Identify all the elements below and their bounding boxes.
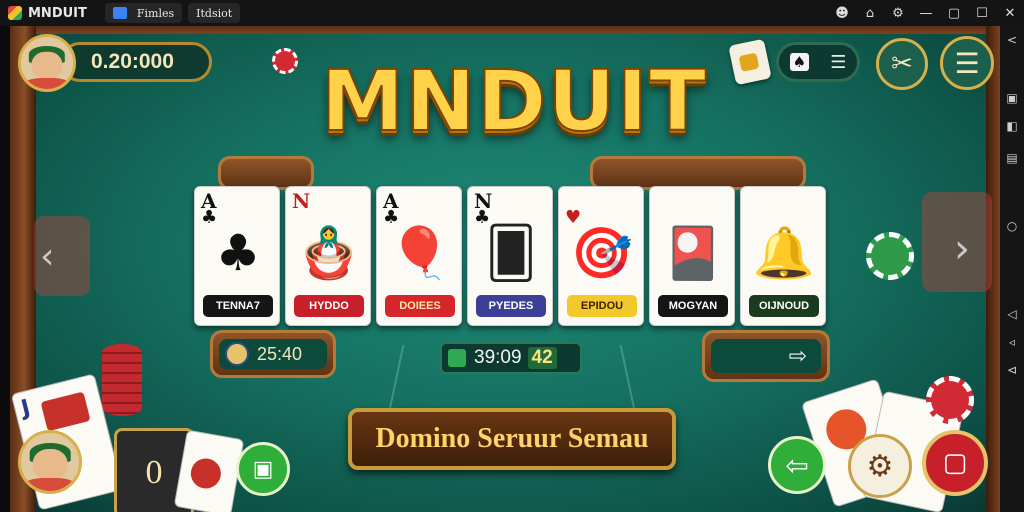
close-button[interactable]: ✕: [996, 0, 1024, 26]
gamepad-icon[interactable]: ☻: [828, 0, 856, 26]
rotate-icon[interactable]: ○: [1000, 212, 1024, 240]
card-tag: OIJNOUD: [749, 295, 819, 317]
player-avatar[interactable]: [18, 34, 76, 92]
balance-pill[interactable]: 0.20:000: [60, 42, 212, 82]
card-rank: N: [292, 189, 311, 213]
settings-icon[interactable]: ⚙: [884, 0, 912, 26]
volume-icon[interactable]: ◁: [1000, 300, 1024, 328]
card-6[interactable]: 🎴 MOGYAN: [649, 186, 735, 326]
center-counter: 39:09 42: [440, 342, 582, 374]
counter-value: 39:09: [474, 347, 522, 368]
card-7[interactable]: 🔔 OIJNOUD: [740, 186, 826, 326]
send-arrow-icon: ⇨: [788, 343, 807, 369]
card-art-icon: 🎈: [388, 223, 452, 282]
share-icon[interactable]: <: [1000, 26, 1024, 54]
timer-panel: 25:40: [210, 330, 336, 378]
restore-button[interactable]: ▢: [940, 0, 968, 26]
app-title: MNDUIT: [28, 5, 87, 21]
tools-icon: ✂: [891, 49, 913, 79]
hand-card[interactable]: [173, 429, 245, 512]
red-chip: [272, 48, 298, 74]
folder-icon[interactable]: ▤: [1000, 144, 1024, 172]
spade-card-icon: ♠: [789, 53, 810, 71]
chip-stack: [102, 344, 142, 416]
maximize-button[interactable]: ☐: [968, 0, 996, 26]
screenshot-icon[interactable]: ▣: [1000, 84, 1024, 112]
wheel-button[interactable]: ⚙: [848, 434, 912, 498]
back-icon[interactable]: ⊲: [1000, 356, 1024, 384]
app-icon: [8, 6, 22, 20]
card-4[interactable]: N ♣ 🂠 PYEDES: [467, 186, 553, 326]
card-tag: HYDDO: [294, 295, 364, 317]
tab-label: Fimles: [136, 6, 175, 20]
deck-toggle[interactable]: ♠ ☰: [776, 42, 860, 82]
card-5[interactable]: ♥ 🎯 EPIDOU: [558, 186, 644, 326]
window-icon: [112, 7, 127, 19]
hand-card-value: 0: [145, 454, 163, 491]
card-art-icon: ♣: [215, 224, 261, 282]
game-viewport: 0.20:000 MNDUIT ♠ ☰ ✂ ☰ ‹ › A ♣ ♣ TENNA7 N 🪆: [10, 26, 1000, 512]
emulator-sidebar: < ▣ ◧ ▤ ○ ◁ ◃ ⊲: [1000, 26, 1024, 512]
tab-label: Itdsiot: [196, 6, 233, 20]
arrow-left-icon: ⇦: [785, 448, 809, 482]
green-chip[interactable]: [866, 232, 914, 280]
window-controls: ☻ ⌂ ⚙ — ▢ ☐ ✕: [828, 0, 1024, 26]
clock-icon: [225, 342, 249, 366]
card-art-icon: 🎯: [570, 223, 634, 282]
title-bar: MNDUIT Fimles Itdsiot ☻ ⌂ ⚙ — ▢ ☐ ✕: [0, 0, 1024, 26]
table-frame-top: [10, 26, 1000, 34]
counter-icon: [448, 349, 466, 367]
card-tag: EPIDOU: [567, 295, 637, 317]
menu-button[interactable]: ☰: [940, 36, 994, 90]
tab-itdsiot[interactable]: Itdsiot: [188, 3, 241, 23]
card-art-icon: 🎴: [661, 223, 725, 282]
wheel-icon: ⚙: [866, 448, 894, 484]
wood-bar-left: [218, 156, 314, 190]
card-art-icon: 🪆: [297, 223, 361, 282]
opponent-avatar[interactable]: [18, 430, 82, 494]
tools-button[interactable]: ✂: [876, 38, 928, 90]
volume-down-icon[interactable]: ◃: [1000, 328, 1024, 356]
tab-fimles[interactable]: Fimles: [104, 3, 183, 23]
game-banner: Domino Seruur Semau: [348, 408, 676, 470]
home-icon[interactable]: ⌂: [856, 0, 884, 26]
arrow-left-icon[interactable]: ‹: [40, 236, 54, 277]
card-3[interactable]: A ♣ 🎈 DOIEES: [376, 186, 462, 326]
record-icon[interactable]: ◧: [1000, 112, 1024, 140]
card-tag: DOIEES: [385, 295, 455, 317]
dice-icon[interactable]: [728, 38, 772, 86]
action-panel: ⇨: [702, 330, 830, 382]
send-button[interactable]: ⇨: [711, 339, 821, 373]
red-chip-stack: [926, 376, 974, 424]
wood-bar-right: [590, 156, 806, 190]
square-icon: ▢: [942, 448, 968, 478]
chat-icon: ▣: [252, 456, 274, 482]
card-1[interactable]: A ♣ ♣ TENNA7: [194, 186, 280, 326]
card-art-icon: 🔔: [752, 223, 816, 282]
timer-left-value: 25:40: [257, 343, 303, 364]
card-tag: MOGYAN: [658, 295, 728, 317]
chat-button[interactable]: ▣: [236, 442, 290, 496]
minimize-button[interactable]: —: [912, 0, 940, 26]
card-2[interactable]: N 🪆 HYDDO: [285, 186, 371, 326]
hamburger-icon: ☰: [954, 46, 980, 80]
list-icon: ☰: [830, 51, 847, 73]
card-art-icon: 🂠: [485, 224, 537, 282]
counter-extra: 42: [527, 347, 557, 369]
arrow-right-icon[interactable]: ›: [954, 226, 970, 272]
game-logo: MNDUIT: [320, 51, 708, 151]
emulator-window: MNDUIT Fimles Itdsiot ☻ ⌂ ⚙ — ▢ ☐ ✕ < ▣ …: [0, 0, 1024, 512]
card-tag: PYEDES: [476, 295, 546, 317]
return-button[interactable]: ⇦: [768, 436, 826, 494]
balance-value: 0.20:000: [91, 50, 174, 73]
card-tag: TENNA7: [203, 295, 273, 317]
exit-button[interactable]: ▢: [922, 430, 988, 496]
